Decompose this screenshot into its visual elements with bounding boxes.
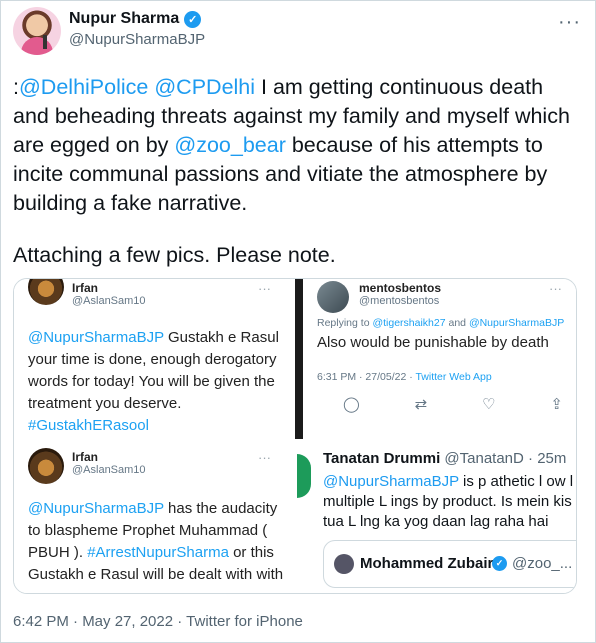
tanatan-header: Tanatan Drummi @TanatanD · 25m xyxy=(323,450,566,467)
more-icon: ··· xyxy=(258,281,271,296)
quote-name: Mohammed Zubair xyxy=(360,555,494,572)
more-icon: ··· xyxy=(258,450,271,465)
tanatan-name: Tanatan Drummi xyxy=(323,450,441,467)
mentosbentos-name: mentosbentos xyxy=(359,281,442,295)
irfan-avatar xyxy=(28,448,64,484)
tweet-source: Twitter Web App xyxy=(415,371,492,383)
grid-divider-horizontal xyxy=(14,439,576,442)
irfan-tweet-text: @NupurSharmaBJP Gustakh e Rasul your tim… xyxy=(28,327,286,437)
irfan-name: Irfan xyxy=(72,281,99,295)
replying-to: Replying to @tigershaikh27 and @NupurSha… xyxy=(317,317,564,329)
tanatan-avatar xyxy=(297,454,311,498)
media-image-1[interactable]: Irfan @AslanSam10 ··· @NupurSharmaBJP Gu… xyxy=(14,279,292,439)
verified-badge-icon: ✓ xyxy=(184,10,202,28)
media-image-2[interactable]: mentosbentos @mentosbentos ··· Replying … xyxy=(295,279,576,439)
irfan-name: Irfan xyxy=(72,450,99,464)
tanatan-tweet-text: @NupurSharmaBJP is p athetic l ow l mult… xyxy=(323,472,576,532)
mentosbentos-avatar xyxy=(317,281,349,313)
tweet-source-client[interactable]: Twitter for iPhone xyxy=(186,613,303,630)
mention: @NupurSharmaBJP xyxy=(323,473,459,490)
avatar-figure xyxy=(21,37,53,55)
tweet-actions: ◯ ⇄ ♡ ⇪ xyxy=(343,395,563,413)
tanatan-handle: @TanatanD · 25m xyxy=(444,450,567,467)
author-handle[interactable]: @NupurSharmaBJP xyxy=(69,31,205,48)
mention-cpdelhi[interactable]: @CPDelhi xyxy=(154,75,255,99)
media-image-4[interactable]: Tanatan Drummi @TanatanD · 25m @NupurSha… xyxy=(295,442,576,593)
tweet-meta: 6:31 PM · 27/05/22 · Twitter Web App xyxy=(317,371,492,383)
tweet-body-3: Attaching a few pics. Please note. xyxy=(13,243,336,267)
media-image-3[interactable]: Irfan @AslanSam10 ··· @NupurSharmaBJP ha… xyxy=(14,442,292,593)
replying-mention-1: @tigershaikh27 xyxy=(372,317,446,329)
grid-divider-vertical xyxy=(292,279,295,593)
tweet-text: :@DelhiPolice @CPDelhi I am getting cont… xyxy=(13,73,583,270)
image-edge xyxy=(295,279,303,439)
mentosbentos-tweet-text: Also would be punishable by death xyxy=(317,334,549,351)
author-name[interactable]: Nupur Sharma xyxy=(69,10,179,28)
mention: @NupurSharmaBJP xyxy=(28,500,164,517)
mentosbentos-handle: @mentosbentos xyxy=(359,295,440,307)
quoted-tweet: Mohammed Zubair ✓ @zoo_... xyxy=(323,540,576,588)
more-icon: ··· xyxy=(549,281,562,296)
irfan-handle: @AslanSam10 xyxy=(72,295,146,307)
like-icon: ♡ xyxy=(482,396,496,413)
hashtag: #GustakhERasool xyxy=(28,417,149,434)
verified-badge-icon: ✓ xyxy=(492,556,507,571)
mention-delhipolice[interactable]: @DelhiPolice xyxy=(19,75,148,99)
irfan-handle: @AslanSam10 xyxy=(72,464,146,476)
timestamp-text[interactable]: 6:42 PM · May 27, 2022 · xyxy=(13,613,186,630)
tweet-card: Nupur Sharma ✓ @NupurSharmaBJP ··· :@Del… xyxy=(0,0,596,643)
replying-and: and xyxy=(445,317,469,329)
mention: @NupurSharmaBJP xyxy=(28,329,164,346)
irfan-tweet-text-2: @NupurSharmaBJP has the audacity to blas… xyxy=(28,498,290,586)
reply-icon: ◯ xyxy=(343,396,360,413)
microphone-icon xyxy=(43,35,47,49)
zubair-avatar xyxy=(334,554,354,574)
tweet-timestamp[interactable]: 6:42 PM · May 27, 2022 · Twitter for iPh… xyxy=(13,613,303,630)
tweet-time: 6:31 PM · 27/05/22 · xyxy=(317,371,416,383)
author-name-row: Nupur Sharma ✓ xyxy=(69,10,202,28)
irfan-avatar xyxy=(28,279,64,305)
quote-handle: @zoo_... xyxy=(512,555,573,572)
more-options-icon[interactable]: ··· xyxy=(558,11,581,34)
retweet-icon: ⇄ xyxy=(414,396,428,413)
hashtag: #ArrestNupurSharma xyxy=(87,544,229,561)
author-avatar[interactable] xyxy=(13,7,61,55)
mention-zoo-bear[interactable]: @zoo_bear xyxy=(174,133,285,157)
replying-prefix: Replying to xyxy=(317,317,373,329)
media-grid[interactable]: Irfan @AslanSam10 ··· @NupurSharmaBJP Gu… xyxy=(13,278,577,594)
replying-mention-2: @NupurSharmaBJP xyxy=(468,317,565,329)
share-icon: ⇪ xyxy=(550,396,563,413)
